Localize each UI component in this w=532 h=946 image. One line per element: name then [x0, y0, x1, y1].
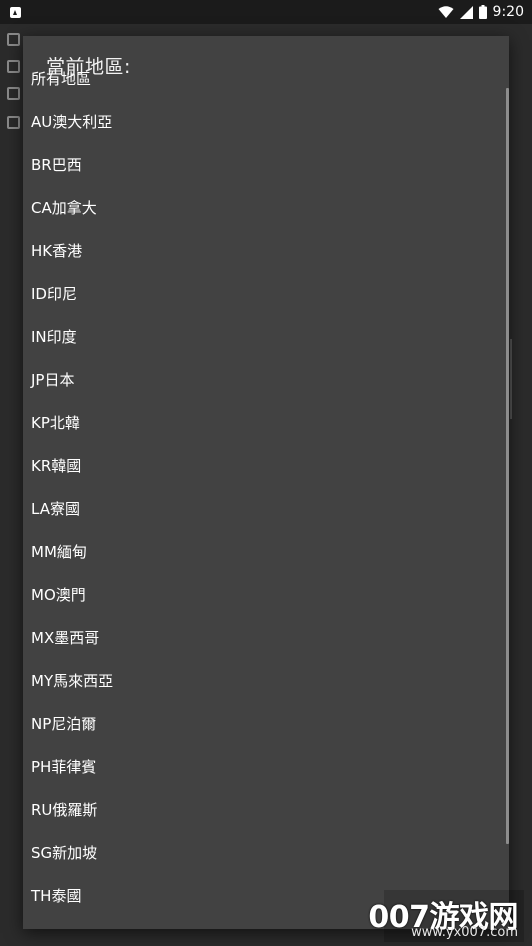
region-list-item[interactable]: SG新加坡	[23, 832, 509, 875]
region-list-item[interactable]: RU俄羅斯	[23, 789, 509, 832]
scrollbar[interactable]	[506, 88, 509, 844]
battery-icon	[478, 5, 487, 19]
region-list-item[interactable]: IN印度	[23, 316, 509, 359]
region-list-item[interactable]: KP北韓	[23, 402, 509, 445]
background-checkbox	[7, 116, 20, 129]
background-divider	[510, 339, 512, 419]
region-list: 所有地區 AU澳大利亞 BR巴西 CA加拿大 HK香港 ID印尼 IN印度 JP日本 KP北韓 K…	[23, 70, 509, 918]
region-list-item[interactable]: 所有地區	[23, 58, 509, 101]
region-list-item[interactable]: CA加拿大	[23, 187, 509, 230]
region-list-item[interactable]: JP日本	[23, 359, 509, 402]
region-list-item[interactable]: HK香港	[23, 230, 509, 273]
region-list-item[interactable]: ID印尼	[23, 273, 509, 316]
watermark: 007游戏网 www.yx007.com	[368, 890, 524, 942]
region-list-item[interactable]: MM緬甸	[23, 531, 509, 574]
wifi-icon	[438, 5, 454, 18]
region-list-item[interactable]: BR巴西	[23, 144, 509, 187]
region-select-dialog: 當前地區: 所有地區 AU澳大利亞 BR巴西 CA加拿大 HK香港 ID印尼 IN印度 JP日…	[23, 36, 509, 929]
region-list-item[interactable]: AU澳大利亞	[23, 101, 509, 144]
background-checkbox	[7, 33, 20, 46]
region-list-item[interactable]: PH菲律賓	[23, 746, 509, 789]
region-list-item[interactable]: LA寮國	[23, 488, 509, 531]
status-bar: 9:20	[0, 0, 532, 24]
background-checkbox	[7, 60, 20, 73]
watermark-url: www.yx007.com	[411, 925, 518, 940]
app-notification-icon	[10, 6, 21, 18]
status-time: 9:20	[492, 4, 524, 20]
region-list-item[interactable]: NP尼泊爾	[23, 703, 509, 746]
signal-icon	[459, 5, 473, 19]
background-checkbox	[7, 87, 20, 100]
region-list-item[interactable]: KR韓國	[23, 445, 509, 488]
region-list-item[interactable]: MO澳門	[23, 574, 509, 617]
region-list-item[interactable]: MY馬來西亞	[23, 660, 509, 703]
region-list-item[interactable]: MX墨西哥	[23, 617, 509, 660]
